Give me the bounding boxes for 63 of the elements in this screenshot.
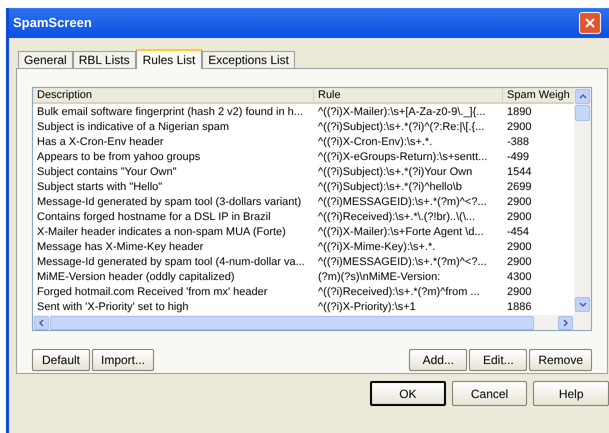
table-cell: ^((?i)Subject):\s+.*(?i)^hello\b <box>318 181 462 193</box>
table-cell: ^((?i)MESSAGEID):\s+.*(?m)^<?... <box>318 256 487 268</box>
table-cell: Subject contains "Your Own" <box>37 166 176 178</box>
table-cell: Message-Id generated by spam tool (3-dollars variant) <box>37 196 302 208</box>
table-cell: 2900 <box>507 196 532 208</box>
table-cell: -454 <box>507 226 530 238</box>
table-cell: ^((?i)Subject):\s+.*(?i)Your Own <box>318 166 472 178</box>
tab[interactable]: General <box>18 51 73 68</box>
table-cell: ^((?i)Subject):\s+.*(?i)^(?:Re:|\[.{... <box>318 121 484 133</box>
table-cell: Bulk email software fingerprint (hash 2 v2) found in h... <box>37 106 303 118</box>
table-cell: 2900 <box>507 121 532 133</box>
button[interactable]: Edit... <box>469 349 528 371</box>
table-cell: 2900 <box>507 211 532 223</box>
window-title: SpamScreen <box>12 14 92 32</box>
button[interactable]: Help <box>533 381 609 406</box>
scroll-thumb[interactable] <box>575 105 590 121</box>
table-cell: 4300 <box>507 271 532 283</box>
table-cell: X-Mailer header indicates a non-spam MUA (Forte) <box>37 226 286 238</box>
table-cell: Forged hotmail.com Received 'from mx' header <box>37 286 268 298</box>
column-header[interactable]: Spam Weigh <box>503 88 574 104</box>
button[interactable]: Import... <box>92 349 154 371</box>
table-cell: (?m)(?s)\nMiME-Version: <box>318 271 440 283</box>
table-cell: Subject is indicative of a Nigerian spam <box>37 121 229 133</box>
table-cell: Subject starts with "Hello" <box>37 181 162 193</box>
table-cell: 2900 <box>507 286 532 298</box>
button[interactable]: Remove <box>529 349 592 371</box>
table-cell: ^((?i)X-Cron-Env):\s+.*. <box>318 136 432 148</box>
table-cell: 1544 <box>507 166 532 178</box>
table-cell: Message-Id generated by spam tool (4-num-dollar va... <box>37 256 305 268</box>
table-cell: Appears to be from yahoo groups <box>37 151 200 163</box>
scroll-thumb[interactable] <box>50 316 534 330</box>
horizontal-scrollbar[interactable] <box>33 315 574 330</box>
table-cell: ^((?i)X-Mailer):\s+Forte Agent \d... <box>318 226 484 238</box>
table-cell: 2900 <box>507 241 532 253</box>
table-cell: 1890 <box>507 106 532 118</box>
tab[interactable]: Rules List <box>136 49 202 69</box>
table-cell: 2900 <box>507 256 532 268</box>
table-cell: ^((?i)Received):\s+.*\.(?!br)..\(\... <box>318 211 476 223</box>
table-cell: Sent with 'X-Priority' set to high <box>37 301 189 313</box>
column-header[interactable]: Rule <box>314 88 503 104</box>
table-cell: 2699 <box>507 181 532 193</box>
button[interactable]: Add... <box>409 349 468 371</box>
table-cell: Contains forged hostname for a DSL IP in Brazil <box>37 211 271 223</box>
table-cell: -499 <box>507 151 530 163</box>
button[interactable]: Default <box>32 349 90 371</box>
close-icon[interactable] <box>579 12 601 34</box>
tab[interactable]: RBL Lists <box>72 51 136 68</box>
table-cell: ^((?i)X-Mailer):\s+[A-Za-z0-9\._]{... <box>318 106 486 118</box>
table-cell: ^((?i)X-Mime-Key):\s+.*. <box>318 241 436 253</box>
tab[interactable]: Exceptions List <box>202 51 296 68</box>
table-cell: ^((?i)MESSAGEID):\s+.*(?m)^<?... <box>318 196 487 208</box>
button[interactable]: OK <box>370 381 446 406</box>
table-cell: ^((?i)X-eGroups-Return):\s+sentt... <box>318 151 488 163</box>
table-cell: ^((?i)Received):\s+.*(?m)^from ... <box>318 286 480 298</box>
vertical-scrollbar[interactable] <box>574 88 591 330</box>
table-cell: Has a X-Cron-Env header <box>37 136 164 148</box>
table-cell: MiME-Version header (oddly capitalized) <box>37 271 234 283</box>
table-cell: ^((?i)X-Priority):\s+1 <box>318 301 416 313</box>
button[interactable]: Cancel <box>452 381 528 406</box>
table-cell: Message has X-Mime-Key header <box>37 241 204 253</box>
column-header[interactable]: Description <box>33 88 314 104</box>
table-cell: -388 <box>507 136 530 148</box>
table-cell: 1886 <box>507 301 532 313</box>
